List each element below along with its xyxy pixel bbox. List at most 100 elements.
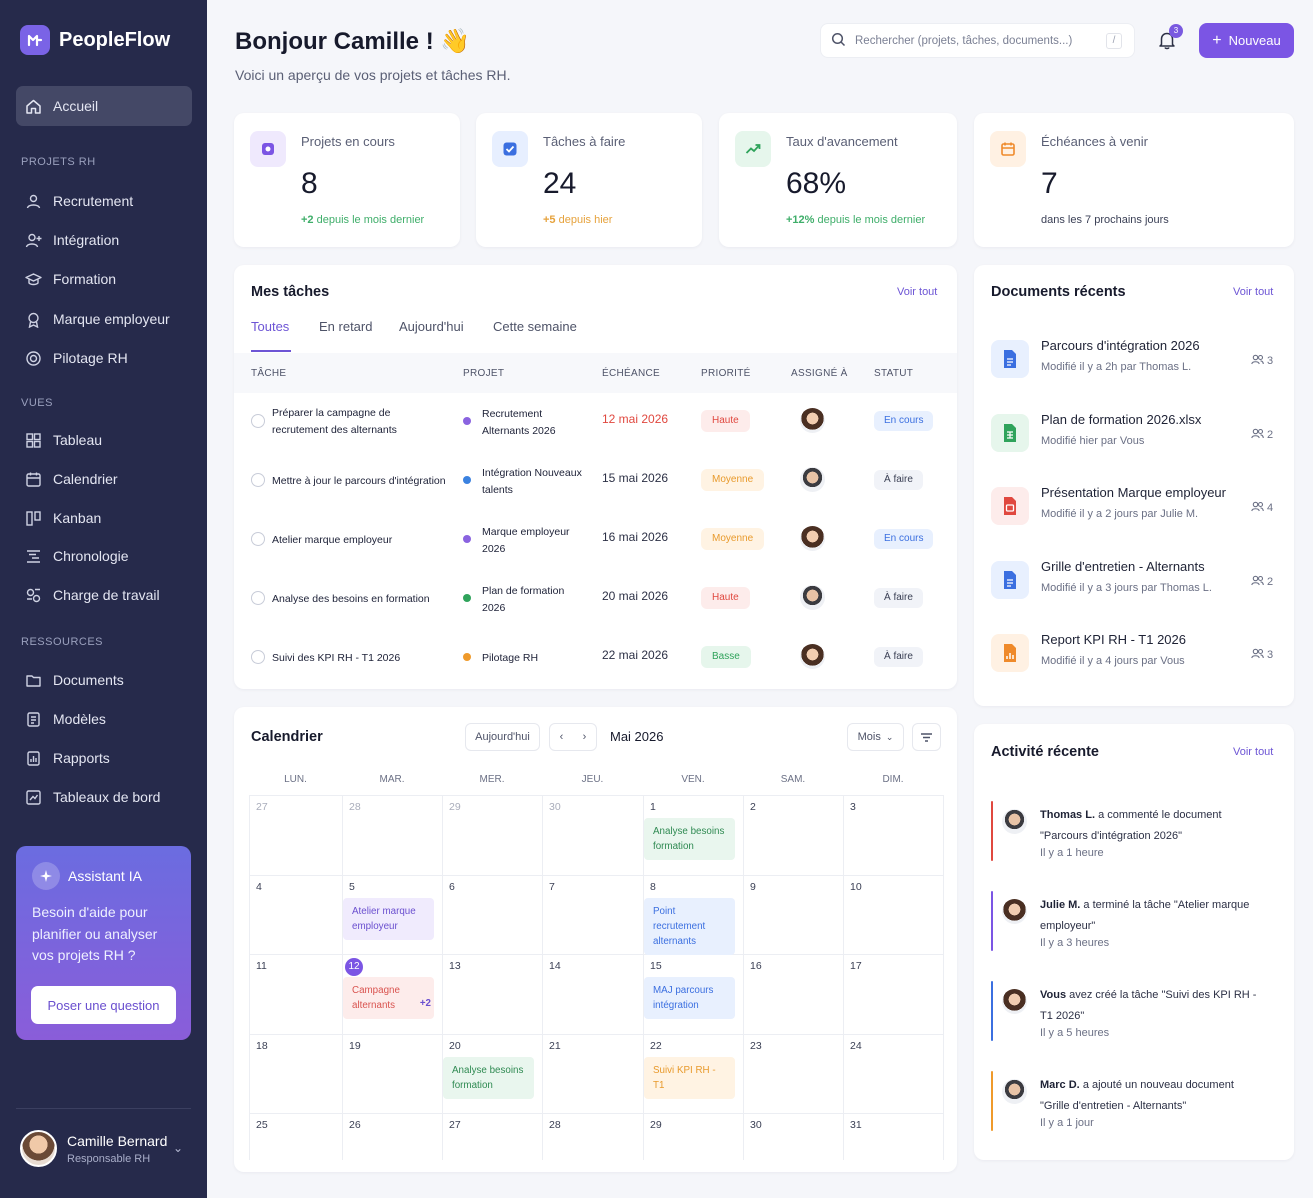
nav-pilotage-rh[interactable]: Pilotage RH	[16, 338, 192, 378]
table-row[interactable]: Suivi des KPI RH - T1 2026 Pilotage RH 2…	[234, 629, 957, 688]
document-item[interactable]: Présentation Marque employeur Modifié il…	[991, 479, 1276, 535]
nav-tableaux-de-bord[interactable]: Tableaux de bord	[16, 777, 192, 817]
avatar[interactable]	[800, 644, 825, 669]
document-item[interactable]: Report KPI RH - T1 2026 Modifié il y a 4…	[991, 626, 1276, 682]
calendar-day[interactable]: 26	[349, 1119, 361, 1131]
calendar-event[interactable]: Analyse besoins formation	[644, 818, 735, 860]
calendar-day[interactable]: 10	[850, 881, 862, 893]
task-checkbox[interactable]	[251, 650, 265, 664]
table-row[interactable]: Préparer la campagne de recrutement des …	[234, 393, 957, 452]
table-row[interactable]: Analyse des besoins en formation Plan de…	[234, 570, 957, 629]
calendar-day[interactable]: 28	[549, 1119, 561, 1131]
calendar-day[interactable]: 30	[549, 801, 561, 813]
calendar-day[interactable]: 20	[449, 1040, 461, 1052]
avatar[interactable]	[800, 408, 825, 433]
document-item[interactable]: Parcours d'intégration 2026 Modifié il y…	[991, 332, 1276, 388]
calendar-event[interactable]: Analyse besoins formation	[443, 1057, 534, 1099]
avatar[interactable]	[800, 585, 825, 610]
calendar-day[interactable]: 21	[549, 1040, 561, 1052]
calendar-day[interactable]: 16	[750, 960, 762, 972]
avatar[interactable]	[800, 526, 825, 551]
calendar-day[interactable]: 2	[750, 801, 756, 813]
calendar-day[interactable]: 15	[650, 960, 662, 972]
calendar-day[interactable]: 30	[750, 1119, 762, 1131]
nav-modeles[interactable]: Modèles	[16, 699, 192, 739]
tab-en-retard[interactable]: En retard	[319, 319, 372, 334]
more-events-badge[interactable]: +2	[420, 996, 431, 1011]
calendar-day[interactable]: 19	[349, 1040, 361, 1052]
search-input[interactable]	[855, 34, 1095, 47]
calendar-day[interactable]: 4	[256, 881, 262, 893]
activity-see-all-link[interactable]: Voir tout	[1233, 746, 1273, 758]
calendar-event[interactable]: Point recrutement alternants	[644, 898, 735, 955]
calendar-day[interactable]: 27	[256, 801, 268, 813]
avatar[interactable]	[1002, 809, 1027, 834]
user-profile[interactable]: Camille Bernard Responsable RH	[20, 1130, 167, 1167]
view-select[interactable]: Mois ⌄	[847, 723, 904, 751]
documents-see-all-link[interactable]: Voir tout	[1233, 286, 1273, 298]
avatar[interactable]	[1002, 1079, 1027, 1104]
calendar-day[interactable]: 9	[750, 881, 756, 893]
calendar-day[interactable]: 12	[345, 958, 363, 976]
avatar[interactable]	[800, 467, 825, 492]
chevron-right-icon[interactable]: ›	[583, 731, 587, 743]
calendar-day[interactable]: 31	[850, 1119, 862, 1131]
nav-calendrier[interactable]: Calendrier	[16, 459, 192, 499]
calendar-day[interactable]: 18	[256, 1040, 268, 1052]
calendar-day[interactable]: 25	[256, 1119, 268, 1131]
nav-home[interactable]: Accueil	[16, 86, 192, 126]
document-item[interactable]: Grille d'entretien - Alternants Modifié …	[991, 553, 1276, 609]
calendar-day[interactable]: 14	[549, 960, 561, 972]
calendar-day[interactable]: 22	[650, 1040, 662, 1052]
calendar-day[interactable]: 23	[750, 1040, 762, 1052]
calendar-day[interactable]: 17	[850, 960, 862, 972]
chevron-left-icon[interactable]: ‹	[560, 731, 564, 743]
nav-kanban[interactable]: Kanban	[16, 498, 192, 538]
search-bar[interactable]: /	[820, 23, 1135, 58]
nav-tableau[interactable]: Tableau	[16, 420, 192, 460]
calendar-day[interactable]: 11	[256, 960, 267, 972]
calendar-day[interactable]: 3	[850, 801, 856, 813]
new-button[interactable]: + Nouveau	[1199, 23, 1294, 58]
calendar-day[interactable]: 29	[650, 1119, 662, 1131]
calendar-event[interactable]: Suivi KPI RH - T1	[644, 1057, 735, 1099]
nav-recrutement[interactable]: Recrutement	[16, 181, 192, 221]
nav-charge-de-travail[interactable]: Charge de travail	[16, 575, 192, 615]
nav-integration[interactable]: Intégration	[16, 220, 192, 260]
avatar[interactable]	[1002, 899, 1027, 924]
calendar-day[interactable]: 27	[449, 1119, 461, 1131]
filter-icon[interactable]	[912, 723, 941, 751]
calendar-day[interactable]: 6	[449, 881, 455, 893]
calendar-event[interactable]: MAJ parcours intégration	[644, 977, 735, 1019]
nav-documents[interactable]: Documents	[16, 660, 192, 700]
calendar-event[interactable]: Campagne alternants +2	[343, 977, 434, 1019]
tab-cette-semaine[interactable]: Cette semaine	[493, 319, 577, 334]
nav-rapports[interactable]: Rapports	[16, 738, 192, 778]
calendar-day[interactable]: 29	[449, 801, 461, 813]
nav-formation[interactable]: Formation	[16, 259, 192, 299]
tab-aujourdhui[interactable]: Aujourd'hui	[399, 319, 464, 334]
calendar-day[interactable]: 1	[650, 801, 656, 813]
today-button[interactable]: Aujourd'hui	[465, 723, 540, 751]
logo[interactable]: PeopleFlow	[20, 25, 170, 55]
table-row[interactable]: Atelier marque employeur Marque employeu…	[234, 511, 957, 570]
calendar-event[interactable]: Atelier marque employeur	[343, 898, 434, 940]
document-item[interactable]: Plan de formation 2026.xlsx Modifié hier…	[991, 406, 1276, 462]
chevron-down-icon[interactable]: ⌄	[173, 1141, 183, 1155]
nav-chronologie[interactable]: Chronologie	[16, 536, 192, 576]
tab-toutes[interactable]: Toutes	[251, 319, 289, 334]
task-checkbox[interactable]	[251, 532, 265, 546]
tasks-see-all-link[interactable]: Voir tout	[897, 286, 937, 298]
task-checkbox[interactable]	[251, 414, 265, 428]
calendar-day[interactable]: 7	[549, 881, 555, 893]
task-checkbox[interactable]	[251, 591, 265, 605]
table-row[interactable]: Mettre à jour le parcours d'intégration …	[234, 452, 957, 511]
calendar-day[interactable]: 24	[850, 1040, 862, 1052]
calendar-day[interactable]: 5	[349, 881, 355, 893]
nav-marque-employeur[interactable]: Marque employeur	[16, 299, 192, 339]
calendar-day[interactable]: 8	[650, 881, 656, 893]
task-checkbox[interactable]	[251, 473, 265, 487]
ask-question-button[interactable]: Poser une question	[31, 986, 176, 1024]
avatar[interactable]	[1002, 989, 1027, 1014]
calendar-day[interactable]: 28	[349, 801, 361, 813]
